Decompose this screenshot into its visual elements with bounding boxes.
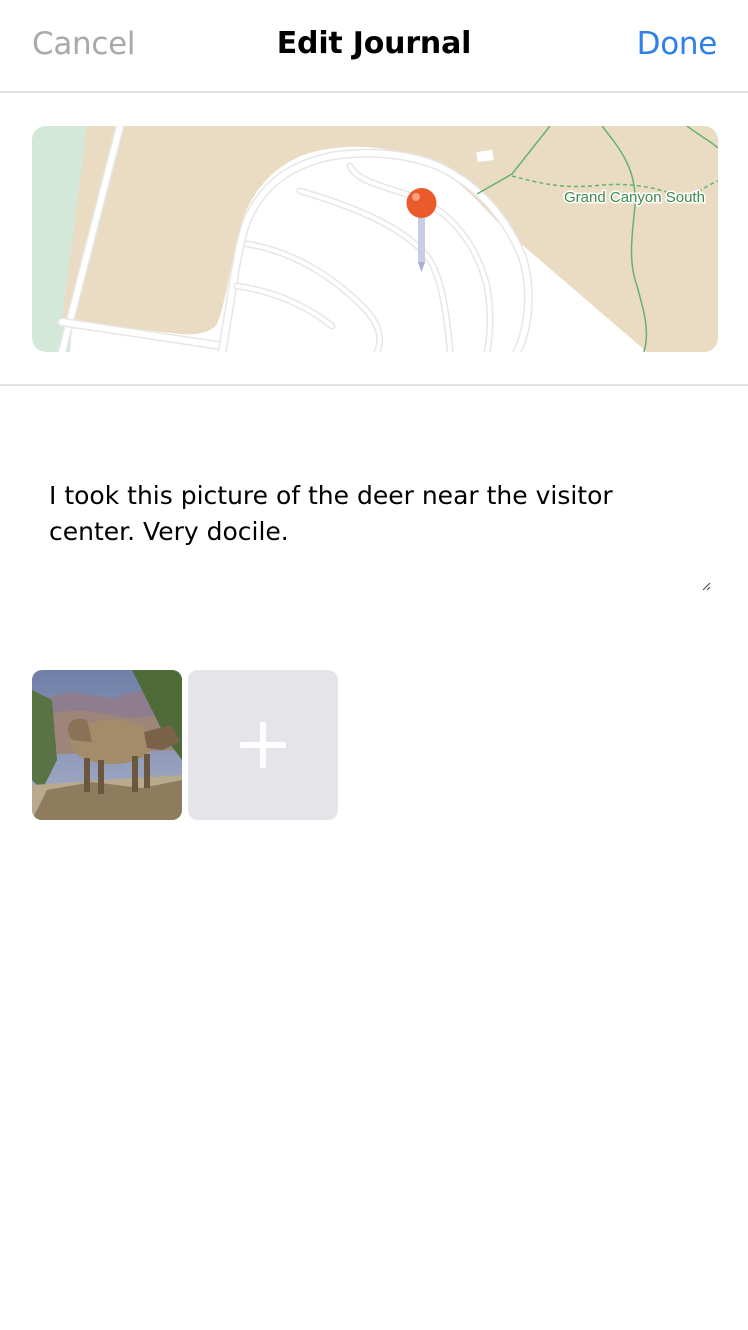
photo-strip: [32, 670, 338, 820]
resize-grip-icon[interactable]: [700, 580, 712, 592]
map-preview[interactable]: Grand Canyon South: [32, 126, 718, 352]
add-photo-button[interactable]: [188, 670, 338, 820]
elk-photo-image: [32, 670, 182, 820]
map-place-label: Grand Canyon South: [564, 189, 705, 206]
section-divider: [0, 384, 748, 386]
nav-bar: Cancel Edit Journal Done: [0, 0, 748, 93]
journal-note-field[interactable]: I took this picture of the deer near the…: [32, 470, 718, 596]
map-canvas: Grand Canyon South: [32, 126, 718, 352]
done-button[interactable]: Done: [637, 26, 718, 62]
elk-photo[interactable]: [32, 670, 182, 820]
